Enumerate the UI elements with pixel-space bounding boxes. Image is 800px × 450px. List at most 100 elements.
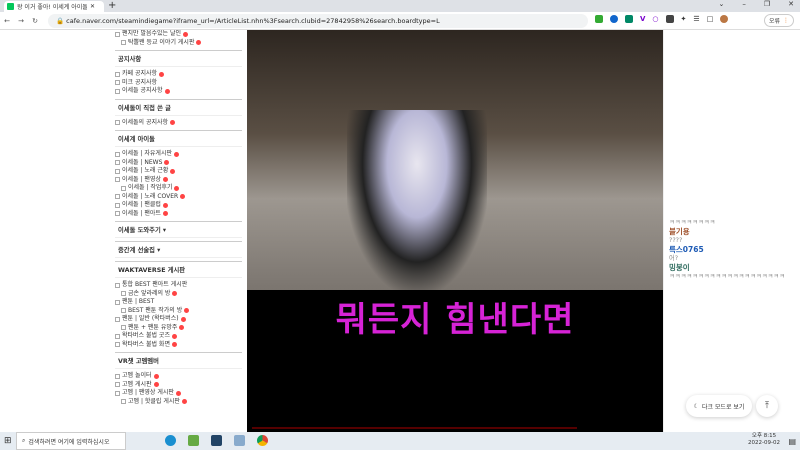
menu-item[interactable]: 금손 앞라레의 방 xyxy=(115,290,242,299)
tab-search-icon[interactable]: ☰ xyxy=(693,15,699,23)
menu-item[interactable]: 이세돌의 공지사항 xyxy=(115,119,242,128)
menu-item-label: 고멤 | 핫클립 게시판 xyxy=(128,397,180,405)
menu-item[interactable]: 고멤 놀이터 xyxy=(115,372,242,381)
menu-section-header[interactable]: VR챗 고멤멤버 xyxy=(115,352,242,369)
menu-item[interactable]: 팬툰 | BEST xyxy=(115,298,242,307)
window-control-button[interactable]: ✕ xyxy=(788,0,794,8)
menu-item[interactable]: 고멤 | 핫클립 게시판 xyxy=(115,398,242,407)
chat-message: 륵스0765 어? xyxy=(664,245,800,263)
board-icon xyxy=(115,71,120,77)
menu-item[interactable]: 고멤 | 팬영상 게시판 xyxy=(115,389,242,398)
menu-item[interactable]: 왁타버스 불법 화면 xyxy=(115,341,242,350)
o-extension-icon[interactable]: ○ xyxy=(652,15,658,23)
back-icon[interactable]: ← xyxy=(0,17,14,25)
avatar[interactable] xyxy=(720,15,729,23)
clock[interactable]: 오후 8:15 2022-09-02 xyxy=(748,433,780,447)
windows-start-icon[interactable]: ⊞ xyxy=(4,436,12,446)
reload-icon[interactable]: ↻ xyxy=(28,17,42,25)
side-panel-icon[interactable]: □ xyxy=(707,15,714,23)
menu-section-header[interactable]: 이세계 아이돌 xyxy=(115,130,242,147)
menu-item-label: 팬툰 | BEST xyxy=(122,298,155,305)
dark-mode-button[interactable]: ☾ 다크 모드로 보기 xyxy=(686,395,752,417)
date-text: 2022-09-02 xyxy=(748,440,780,446)
new-badge-icon xyxy=(181,399,187,405)
menu-item[interactable]: 고멤 게시판 xyxy=(115,381,242,390)
menu-item[interactable]: 이세돌 | 작업후기 xyxy=(115,184,242,193)
menu-item[interactable]: BEST 팬툰 작가의 방 xyxy=(115,307,242,316)
menu-item[interactable]: 이세돌 | 노래 근황 xyxy=(115,167,242,176)
new-badge-icon xyxy=(170,120,176,126)
search-icon: ⌕ xyxy=(22,437,26,444)
menu-item[interactable]: 팬치만 발음수있는 날인 xyxy=(115,30,242,39)
forward-icon[interactable]: → xyxy=(14,17,28,25)
board-icon xyxy=(115,390,120,396)
board-icon xyxy=(115,342,120,348)
puzzle-icon[interactable]: ✦ xyxy=(681,15,687,23)
menu-section-header[interactable]: 중간계 선술집 ▾ xyxy=(115,241,242,258)
menu-section-header[interactable]: 공지사항 xyxy=(115,50,242,67)
board-icon xyxy=(121,399,126,405)
board-icon xyxy=(115,160,120,166)
menu-item-label: 이세돌 | 작업후기 xyxy=(128,184,173,191)
video-player[interactable]: 뭐든지 힘낸다면 xyxy=(247,30,663,432)
menu-item[interactable]: 이세돌 | NEWS xyxy=(115,159,242,168)
menu-section-header[interactable]: 이세돌 도와주기 ▾ xyxy=(115,221,242,238)
v-extension-icon[interactable]: V xyxy=(640,15,645,23)
chat-username[interactable]: 밍붕이 xyxy=(669,263,795,272)
new-badge-icon xyxy=(162,211,168,217)
board-icon xyxy=(115,211,120,217)
extension-icon[interactable] xyxy=(595,15,603,23)
menu-item[interactable]: 통합 BEST 팬아트 게시판 xyxy=(115,281,242,290)
chrome-icon[interactable] xyxy=(257,435,268,446)
app-icon[interactable] xyxy=(234,435,245,446)
window-control-button[interactable]: – xyxy=(742,0,746,8)
menu-item[interactable]: 이세들 공지사항 xyxy=(115,87,242,96)
menu-section-header[interactable]: WAKTAVERSE 게시판 xyxy=(115,261,242,278)
menu-kebab-icon[interactable]: ⋮ xyxy=(783,17,789,24)
menu-section-header[interactable]: 이세돌이 직접 쓴 글 xyxy=(115,98,242,116)
new-tab-button[interactable]: + xyxy=(108,0,116,11)
board-icon xyxy=(121,185,126,191)
url-input[interactable]: 🔒 cafe.naver.com/steamindiegame?iframe_u… xyxy=(48,14,588,28)
extension-icon[interactable] xyxy=(665,15,674,23)
vscode-icon[interactable] xyxy=(211,435,222,446)
board-icon xyxy=(115,31,120,37)
chat-text: ???? xyxy=(669,237,683,244)
browser-tab[interactable]: 왕 이거 좋아! 이세계 아이돌 ...✕ xyxy=(4,1,104,12)
menu-item[interactable]: 팬툰 | 일반 (왁타버스) xyxy=(115,315,242,324)
menu-item[interactable]: 이세돌 | 팬클럽 xyxy=(115,201,242,210)
board-icon xyxy=(115,373,120,379)
taskbar-search-input[interactable]: ⌕ 검색하려면 여기에 입력하십시오 xyxy=(16,432,126,450)
menu-item-label: 고멤 게시판 xyxy=(122,380,152,388)
section-label: 공지사항 xyxy=(118,56,142,63)
chat-username[interactable]: 블기용 xyxy=(669,227,795,236)
menu-item[interactable]: 이세돌 | 팬아트 xyxy=(115,210,242,219)
notification-icon[interactable]: ▤ xyxy=(788,437,796,446)
edge-icon[interactable] xyxy=(165,435,176,446)
chat-message: 밍붕이 ㅋㅋㅋㅋㅋㅋㅋㅋㅋㅋㅋㅋㅋㅋㅋㅋㅋㅋㅋㅋ xyxy=(664,263,800,281)
window-control-button[interactable]: ⌄ xyxy=(718,0,724,8)
menu-item[interactable]: 이세돌 | 팬영상 xyxy=(115,176,242,185)
menu-item-label: 이세돌 | 노래 근황 xyxy=(122,167,169,174)
menu-item[interactable]: 카페 공지사항 xyxy=(115,70,242,79)
window-control-button[interactable]: ❐ xyxy=(764,0,770,8)
menu-item[interactable]: 이세돌 | 자유게시판 xyxy=(115,150,242,159)
menu-item[interactable]: 왁타버스 불법 굿즈 xyxy=(115,332,242,341)
chat-username[interactable]: 륵스0765 xyxy=(669,245,795,254)
board-icon xyxy=(121,325,126,331)
menu-item[interactable]: 미크 공지사항 xyxy=(115,79,242,88)
address-bar-row: ← → ↻ 🔒 cafe.naver.com/steamindiegame?if… xyxy=(0,12,800,30)
progress-bar[interactable] xyxy=(252,427,577,429)
extension-icon[interactable] xyxy=(625,15,633,23)
menu-item[interactable]: 팬툰 + 팬툰 유망주 xyxy=(115,324,242,333)
close-tab-icon[interactable]: ✕ xyxy=(90,3,95,10)
scroll-top-button[interactable]: ⤒ xyxy=(756,395,778,417)
section-label: 중간계 선술집 ▾ xyxy=(118,247,161,254)
extension-icon[interactable] xyxy=(610,15,618,23)
new-badge-icon xyxy=(175,390,181,396)
minecraft-icon[interactable] xyxy=(188,435,199,446)
menu-item[interactable]: 탁뽈왠 등교 이야기 게시판 xyxy=(115,39,242,48)
menu-item[interactable]: 이세돌 | 노래 COVER xyxy=(115,193,242,202)
profile-button[interactable]: 오류 ⋮ xyxy=(764,14,794,27)
new-badge-icon xyxy=(196,40,202,46)
